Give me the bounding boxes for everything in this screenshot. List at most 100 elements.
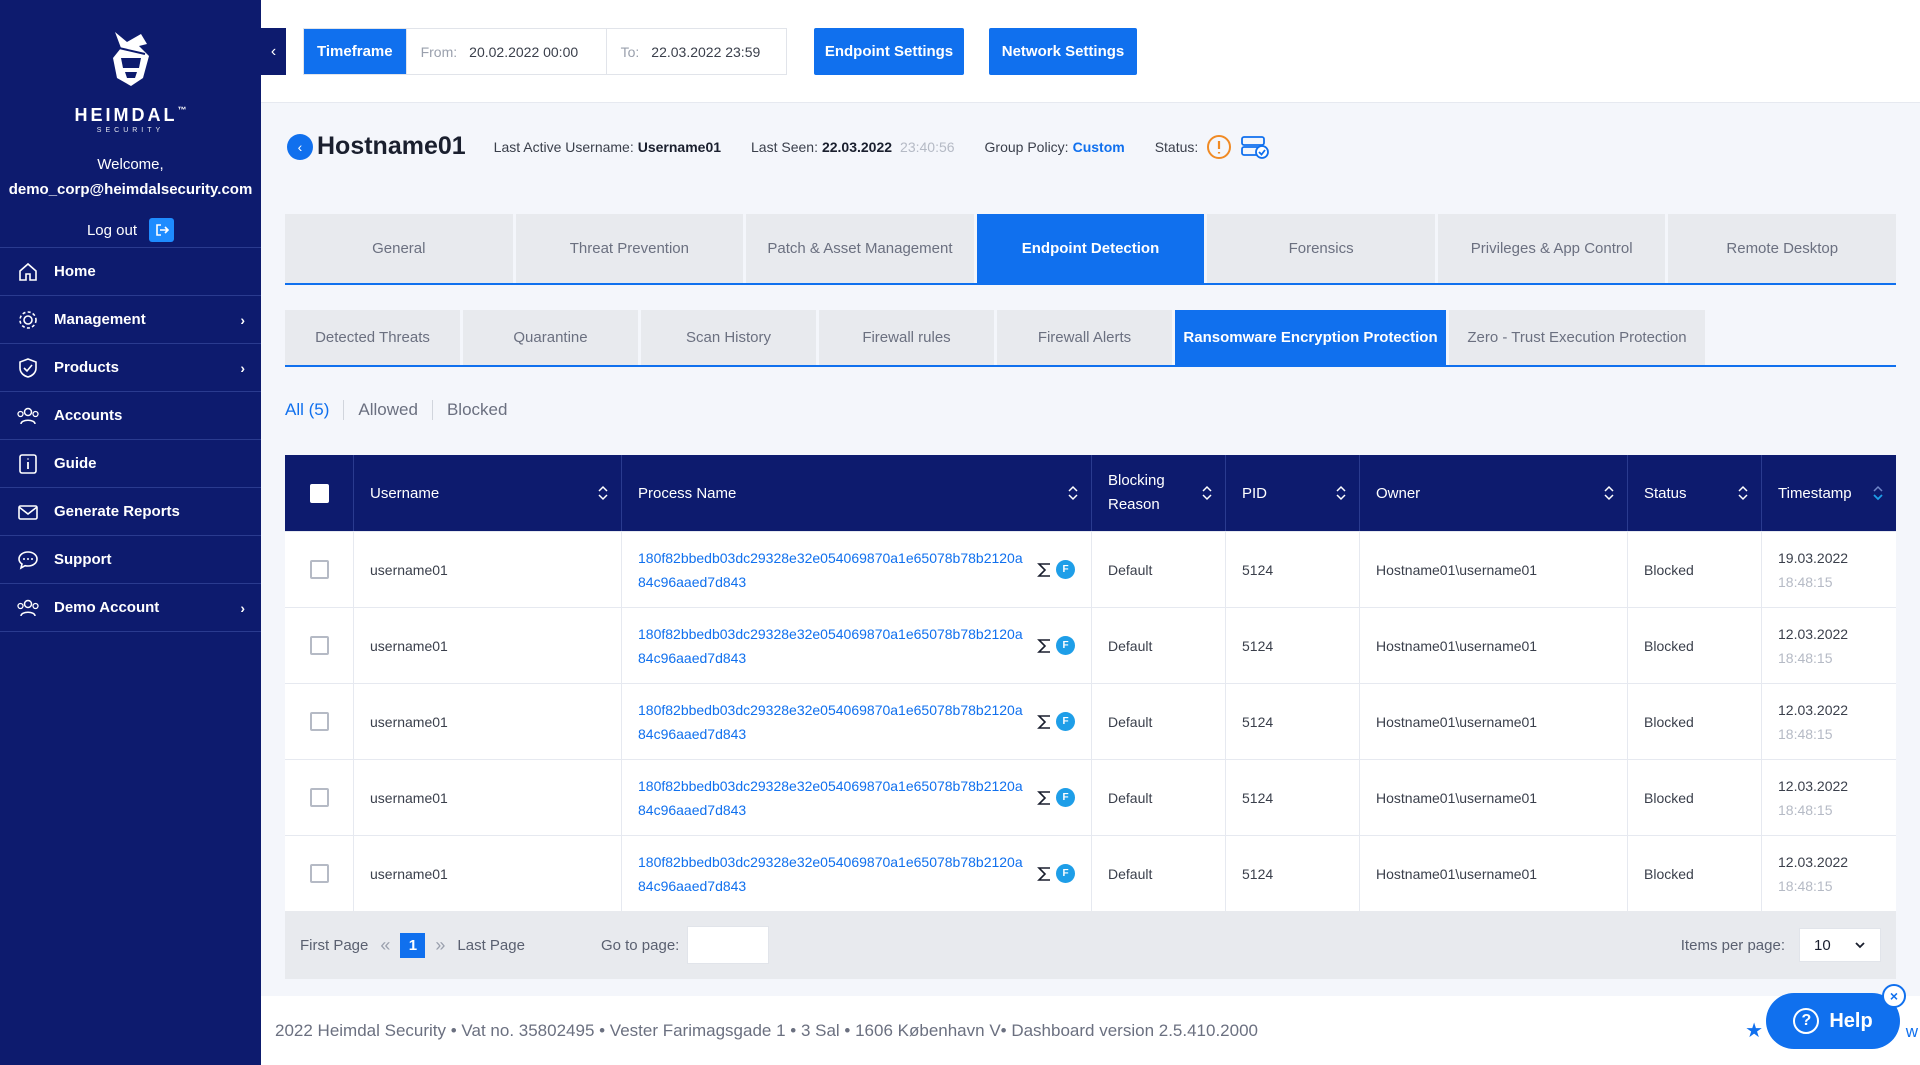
close-help-icon[interactable]: ×: [1882, 984, 1906, 1008]
endpoint-settings-button[interactable]: Endpoint Settings: [814, 28, 964, 75]
subtab-ransomware-encryption-protection[interactable]: Ransomware Encryption Protection: [1175, 310, 1446, 365]
subtab-zero-trust-execution-protection[interactable]: Zero - Trust Execution Protection: [1449, 310, 1705, 365]
sidebar-item-guide[interactable]: Guide: [0, 440, 261, 488]
row-checkbox[interactable]: [309, 788, 329, 807]
to-date-field[interactable]: To: 22.03.2022 23:59: [605, 29, 786, 74]
process-link[interactable]: 180f82bbedb03dc29328e32e054069870a1e6507…: [638, 774, 1028, 822]
sidebar-item-generate-reports[interactable]: Generate Reports: [0, 488, 261, 536]
sort-icon[interactable]: [1067, 483, 1079, 503]
column-owner[interactable]: Owner: [1359, 455, 1627, 531]
items-per-page-label: Items per page:: [1680, 936, 1785, 954]
items-per-page-select[interactable]: 10: [1799, 928, 1881, 962]
subtab-scan-history[interactable]: Scan History: [641, 310, 816, 365]
help-button[interactable]: ? Help: [1766, 993, 1900, 1049]
page-number-current[interactable]: 1: [400, 932, 426, 958]
tab-remote-desktop[interactable]: Remote Desktop: [1668, 214, 1897, 283]
filter-all[interactable]: All (5): [285, 400, 343, 420]
sigma-icon[interactable]: [1036, 713, 1054, 731]
network-settings-button[interactable]: Network Settings: [989, 28, 1137, 75]
process-link[interactable]: 180f82bbedb03dc29328e32e054069870a1e6507…: [638, 698, 1028, 746]
column-username[interactable]: Username: [353, 455, 621, 531]
sidebar-item-accounts[interactable]: Accounts: [0, 392, 261, 440]
column-blocking-reason[interactable]: Blocking Reason: [1091, 455, 1225, 531]
select-all-checkbox[interactable]: [309, 483, 329, 503]
tab-privileges-app-control[interactable]: Privileges & App Control: [1437, 214, 1666, 283]
sort-icon[interactable]: [1603, 483, 1615, 503]
row-checkbox[interactable]: [309, 560, 329, 579]
column-process-name[interactable]: Process Name: [621, 455, 1091, 531]
subtab-detected-threats[interactable]: Detected Threats: [285, 310, 460, 365]
warning-icon[interactable]: [1206, 134, 1232, 160]
logout-icon[interactable]: [149, 218, 175, 242]
help-label: Help: [1829, 1009, 1873, 1032]
table-row: username01 180f82bbedb03dc29328e32e05406…: [285, 607, 1896, 683]
cell-date: 12.03.2022: [1778, 777, 1849, 794]
tab-general[interactable]: General: [285, 214, 513, 283]
filter-blocked[interactable]: Blocked: [431, 400, 521, 420]
table-header: Username Process Name Blocking Reason PI…: [285, 455, 1896, 531]
last-seen: Last Seen: 22.03.2022 23:40:56: [751, 139, 955, 155]
sidebar-item-home[interactable]: Home: [0, 248, 261, 296]
back-button[interactable]: ‹: [287, 133, 313, 160]
cell-username: username01: [353, 760, 621, 835]
cell-time: 18:48:15: [1778, 573, 1833, 590]
f-badge-icon[interactable]: F: [1056, 560, 1075, 579]
sort-desc-icon[interactable]: [1872, 483, 1884, 503]
sort-icon[interactable]: [597, 483, 609, 503]
double-chevron-left-icon[interactable]: «: [380, 935, 390, 956]
sidebar-item-management[interactable]: Management ›: [0, 296, 261, 344]
process-link[interactable]: 180f82bbedb03dc29328e32e054069870a1e6507…: [638, 546, 1028, 594]
row-checkbox[interactable]: [309, 636, 329, 655]
tab-forensics[interactable]: Forensics: [1207, 214, 1435, 283]
server-check-icon[interactable]: [1240, 134, 1270, 160]
sidebar-item-demo-account[interactable]: Demo Account ›: [0, 584, 261, 632]
sigma-icon[interactable]: [1036, 561, 1054, 579]
f-badge-icon[interactable]: F: [1056, 636, 1075, 655]
last-page-link[interactable]: Last Page: [457, 937, 525, 954]
tab-threat-prevention[interactable]: Threat Prevention: [515, 214, 744, 283]
row-checkbox[interactable]: [309, 864, 329, 883]
subtab-quarantine[interactable]: Quarantine: [463, 310, 638, 365]
host-header: ‹ Hostname01 Last Active Username: Userna…: [287, 132, 1270, 161]
cell-pid: 5124: [1225, 608, 1359, 683]
sigma-icon[interactable]: [1036, 789, 1054, 807]
f-badge-icon[interactable]: F: [1056, 788, 1075, 807]
group-policy-link[interactable]: Custom: [1073, 139, 1125, 155]
column-status[interactable]: Status: [1627, 455, 1761, 531]
column-timestamp[interactable]: Timestamp: [1761, 455, 1896, 531]
filter-allowed[interactable]: Allowed: [343, 400, 432, 420]
sort-icon[interactable]: [1335, 483, 1347, 503]
first-page-link[interactable]: First Page: [300, 937, 368, 954]
shield-icon: [16, 356, 40, 380]
tab-endpoint-detection[interactable]: Endpoint Detection: [976, 214, 1205, 283]
timeframe-picker: Timeframe From: 20.02.2022 00:00 To: 22.…: [303, 28, 787, 75]
last-active-label: Last Active Username:: [493, 138, 634, 155]
sigma-icon[interactable]: [1036, 637, 1054, 655]
events-table: Username Process Name Blocking Reason PI…: [285, 455, 1896, 979]
subtab-firewall-rules[interactable]: Firewall rules: [819, 310, 994, 365]
process-link[interactable]: 180f82bbedb03dc29328e32e054069870a1e6507…: [638, 622, 1028, 670]
sort-icon[interactable]: [1201, 483, 1213, 503]
subtab-firewall-alerts[interactable]: Firewall Alerts: [997, 310, 1172, 365]
sigma-icon[interactable]: [1036, 865, 1054, 883]
star-icon[interactable]: ★: [1745, 1018, 1763, 1043]
cell-reason: Default: [1091, 836, 1225, 911]
column-label: Process Name: [638, 484, 737, 502]
double-chevron-right-icon[interactable]: »: [435, 935, 445, 956]
row-checkbox[interactable]: [309, 712, 329, 731]
sidebar-item-products[interactable]: Products ›: [0, 344, 261, 392]
column-pid[interactable]: PID: [1225, 455, 1359, 531]
sort-icon[interactable]: [1737, 483, 1749, 503]
sidebar-item-support[interactable]: Support: [0, 536, 261, 584]
logout-link[interactable]: Log out: [0, 218, 261, 242]
items-per-page-value: 10: [1814, 936, 1831, 954]
tab-patch-asset-management[interactable]: Patch & Asset Management: [746, 214, 974, 283]
process-link[interactable]: 180f82bbedb03dc29328e32e054069870a1e6507…: [638, 850, 1028, 898]
f-badge-icon[interactable]: F: [1056, 712, 1075, 731]
from-date-field[interactable]: From: 20.02.2022 00:00: [405, 29, 606, 74]
go-to-page-input[interactable]: [687, 926, 770, 964]
timeframe-button[interactable]: Timeframe: [304, 29, 406, 74]
f-badge-icon[interactable]: F: [1056, 864, 1075, 883]
info-icon: [16, 452, 40, 476]
collapse-sidebar-button[interactable]: ‹: [261, 28, 286, 75]
